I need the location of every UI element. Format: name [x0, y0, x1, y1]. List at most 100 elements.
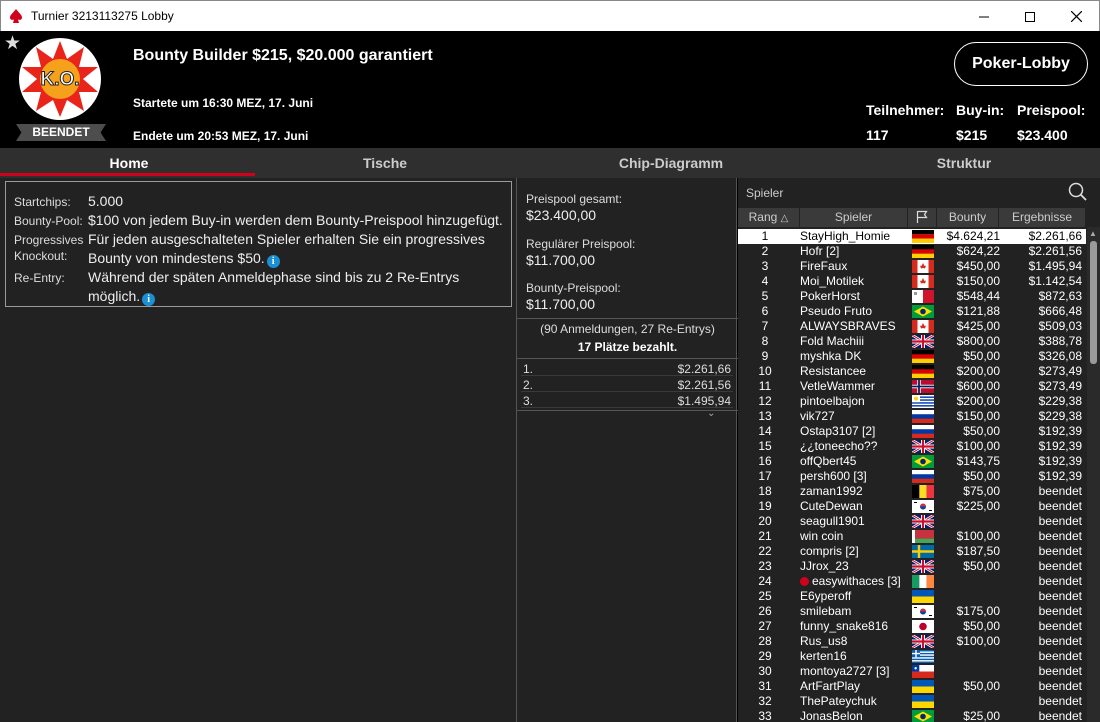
- player-row[interactable]: 10 Resistancee $200,00 $273,49: [738, 364, 1086, 379]
- close-button[interactable]: [1053, 1, 1099, 32]
- player-name-cell: persh600 [3]: [800, 469, 867, 484]
- minimize-button[interactable]: [961, 1, 1007, 32]
- player-row[interactable]: 29 kerten16 beendet: [738, 649, 1086, 664]
- player-result: beendet: [1038, 679, 1082, 693]
- player-rank: 30: [758, 664, 772, 678]
- player-name: vik727: [800, 409, 835, 423]
- player-rank: 10: [758, 364, 772, 378]
- player-row[interactable]: 6 Pseudo Fruto $121,88 $666,48: [738, 304, 1086, 319]
- player-row[interactable]: 16 offQbert45 $143,75 $192,39: [738, 454, 1086, 469]
- pko-value-line2: Bounty von mindestens $50. i: [88, 250, 280, 268]
- player-row[interactable]: 12 pintoelbajon $200,00 $229,38: [738, 394, 1086, 409]
- player-bounty: $624,22: [956, 244, 1000, 258]
- scrollbar-thumb[interactable]: [1090, 241, 1097, 364]
- player-row[interactable]: 26 smilebam $175,00 beendet: [738, 604, 1086, 619]
- player-row[interactable]: 11 VetleWammer $600,00 $273,49: [738, 379, 1086, 394]
- player-name: zaman1992: [800, 484, 863, 498]
- player-row[interactable]: 17 persh600 [3] $50,00 $192,39: [738, 469, 1086, 484]
- player-row[interactable]: 19 CuteDewan $225,00 beendet: [738, 499, 1086, 514]
- player-name: Resistancee: [800, 364, 867, 378]
- player-rank: 18: [758, 484, 772, 498]
- player-rank: 5: [761, 289, 769, 303]
- tab-chip-chart[interactable]: Chip-Diagramm: [542, 148, 800, 178]
- info-icon[interactable]: i: [142, 293, 156, 306]
- player-bounty: $100,00: [956, 529, 1000, 543]
- player-search-input[interactable]: Spieler: [746, 186, 783, 200]
- bounty-prizepool-label: Bounty-Preispool:: [526, 281, 621, 295]
- column-header-player[interactable]: Spieler: [800, 208, 908, 227]
- player-name: kerten16: [800, 649, 847, 663]
- player-row[interactable]: 15 ¿¿toneecho?? $100,00 $192,39: [738, 439, 1086, 454]
- player-row[interactable]: 24 easywithaces [3] beendet: [738, 574, 1086, 589]
- info-icon[interactable]: i: [266, 255, 280, 268]
- bountypool-label: Bounty-Pool:: [14, 214, 83, 228]
- players-scrollbar[interactable]: ▲: [1087, 227, 1100, 722]
- player-name-cell: Rus_us8: [800, 634, 847, 649]
- column-header-result[interactable]: Ergebnisse: [999, 208, 1086, 227]
- player-name-cell: ThePateychuk: [800, 694, 877, 709]
- player-name-cell: easywithaces [3]: [800, 574, 901, 589]
- player-name-cell: montoya2727 [3]: [800, 664, 889, 679]
- player-row[interactable]: 27 funny_snake816 $50,00 beendet: [738, 619, 1086, 634]
- player-row[interactable]: 20 seagull1901 beendet: [738, 514, 1086, 529]
- player-row[interactable]: 13 vik727 $150,00 $229,38: [738, 409, 1086, 424]
- player-result: $192,39: [1038, 469, 1082, 483]
- player-row[interactable]: 5 PokerHorst $548,44 $872,63: [738, 289, 1086, 304]
- player-row[interactable]: 7 ALWAYSBRAVES $425,00 $509,03: [738, 319, 1086, 334]
- player-row[interactable]: 28 Rus_us8 $100,00 beendet: [738, 634, 1086, 649]
- player-row[interactable]: 22 compris [2] $187,50 beendet: [738, 544, 1086, 559]
- player-row[interactable]: 3 FireFaux $450,00 $1.495,94: [738, 259, 1086, 274]
- player-result: $229,38: [1038, 409, 1082, 423]
- player-name-cell: vik727: [800, 409, 835, 424]
- player-name: E6yperoff: [800, 589, 852, 603]
- player-row[interactable]: 14 Ostap3107 [2] $50,00 $192,39: [738, 424, 1086, 439]
- player-row[interactable]: 8 Fold Machiii $800,00 $388,78: [738, 334, 1086, 349]
- column-header-bounty[interactable]: Bounty: [937, 208, 999, 227]
- country-flag-icon: [912, 380, 934, 393]
- player-row[interactable]: 9 myshka DK $50,00 $326,08: [738, 349, 1086, 364]
- rank-header-label: Rang: [748, 210, 778, 224]
- start-time: Startete um 16:30 MEZ, 17. Juni: [133, 96, 314, 110]
- tab-structure[interactable]: Struktur: [835, 148, 1093, 178]
- player-row[interactable]: 2 Hofr [2] $624,22 $2.261,56: [738, 244, 1086, 259]
- search-icon[interactable]: [1068, 182, 1088, 202]
- maximize-button[interactable]: [1007, 1, 1053, 32]
- tab-tables[interactable]: Tische: [258, 148, 512, 178]
- player-row[interactable]: 1 StayHigh_Homie $4.624,21 $2.261,66: [738, 229, 1086, 244]
- player-row[interactable]: 25 E6yperoff beendet: [738, 589, 1086, 604]
- column-header-rank[interactable]: Rang △: [738, 208, 800, 227]
- country-flag-icon: [912, 425, 934, 438]
- player-name: offQbert45: [800, 454, 857, 468]
- payout-amount: $2.261,56: [677, 378, 731, 392]
- player-result: beendet: [1038, 664, 1082, 678]
- close-icon: [1070, 11, 1082, 22]
- bounty-prizepool-value: $11.700,00: [526, 296, 596, 312]
- player-rank: 32: [758, 694, 772, 708]
- player-bounty: $450,00: [956, 259, 1000, 273]
- poker-lobby-button[interactable]: Poker-Lobby: [954, 42, 1088, 86]
- player-row[interactable]: 21 win coin $100,00 beendet: [738, 529, 1086, 544]
- player-name: Rus_us8: [800, 634, 848, 648]
- country-flag-icon: [912, 455, 934, 468]
- player-row[interactable]: 23 JJrox_23 $50,00 beendet: [738, 559, 1086, 574]
- country-flag-icon: [912, 410, 934, 423]
- player-name-cell: Ostap3107 [2]: [800, 424, 875, 439]
- column-header-flag[interactable]: [908, 208, 937, 227]
- player-rank: 8: [761, 334, 769, 348]
- player-bounty: $100,00: [956, 634, 1000, 648]
- player-result: beendet: [1038, 484, 1082, 498]
- player-row[interactable]: 32 ThePateychuk beendet: [738, 694, 1086, 709]
- scroll-up-arrow-icon[interactable]: ▲: [1089, 229, 1097, 238]
- player-row[interactable]: 4 Moi_Motilek $150,00 $1.142,54: [738, 274, 1086, 289]
- player-result: beendet: [1038, 529, 1082, 543]
- country-flag-icon: [912, 665, 934, 678]
- player-row[interactable]: 30 montoya2727 [3] beendet: [738, 664, 1086, 679]
- country-flag-icon: [912, 575, 934, 588]
- player-row[interactable]: 18 zaman1992 $75,00 beendet: [738, 484, 1086, 499]
- country-flag-icon: [912, 500, 934, 513]
- country-flag-icon: [912, 620, 934, 633]
- country-flag-icon: [912, 530, 934, 543]
- player-row[interactable]: 33 JonasBelon $25,00 beendet: [738, 709, 1086, 722]
- player-row[interactable]: 31 ArtFartPlay $50,00 beendet: [738, 679, 1086, 694]
- info-panel: Startchips: 5.000 Bounty-Pool: $100 von …: [0, 178, 516, 722]
